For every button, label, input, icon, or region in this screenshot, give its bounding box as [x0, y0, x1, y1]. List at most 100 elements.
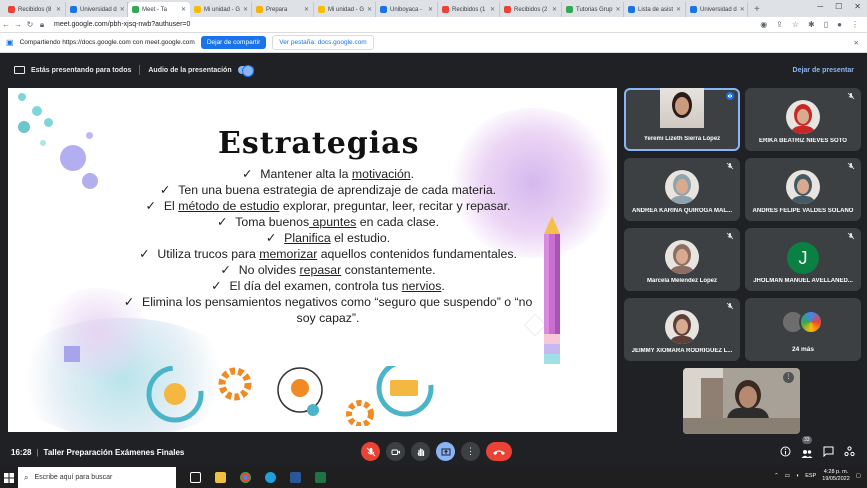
browser-tab[interactable]: Uniboyaca - ✕	[376, 2, 438, 17]
participant-tile[interactable]: 24 más	[745, 298, 861, 361]
camera-icon[interactable]: ◉	[760, 20, 767, 29]
mic-off-button[interactable]	[361, 442, 380, 461]
raise-hand-button[interactable]	[411, 442, 430, 461]
activities-icon[interactable]	[844, 446, 855, 457]
bullet-text: el estudio.	[330, 231, 391, 245]
stop-presenting-button[interactable]: Dejar de presentar	[793, 67, 854, 74]
info-icon[interactable]	[780, 446, 791, 457]
close-tab-icon[interactable]: ✕	[740, 6, 745, 13]
new-tab-icon[interactable]: +	[748, 2, 766, 17]
camera-icon	[391, 449, 400, 455]
participant-name: JEIMMY XIOMARA RODRIGUEZ L...	[631, 348, 733, 354]
audio-toggle[interactable]	[237, 65, 254, 77]
edge-icon[interactable]	[265, 472, 276, 483]
close-tab-icon[interactable]: ✕	[428, 6, 433, 13]
close-sharebar-icon[interactable]: ✕	[854, 39, 859, 47]
close-tab-icon[interactable]: ✕	[552, 6, 557, 13]
taskbar-search[interactable]: ⌕ Escribe aquí para buscar	[18, 467, 176, 488]
task-view-icon[interactable]	[190, 472, 201, 483]
avatar-letter: J	[787, 242, 819, 274]
view-tab-button[interactable]: Ver pestaña: docs.google.com	[272, 35, 374, 50]
volume-icon[interactable]: ◖	[796, 473, 799, 479]
tab-label: Meet - Ta	[142, 6, 167, 13]
chrome-icon[interactable]	[240, 472, 251, 483]
close-tab-icon[interactable]: ✕	[615, 6, 620, 13]
close-tab-icon[interactable]: ✕	[304, 6, 309, 13]
people-button[interactable]: 33	[801, 436, 813, 464]
close-tab-icon[interactable]: ✕	[490, 6, 495, 13]
tray-arrow-icon[interactable]: ⌃	[774, 473, 779, 479]
close-tab-icon[interactable]: ✕	[56, 6, 61, 13]
maximize-icon[interactable]: ☐	[835, 2, 842, 11]
participant-tile[interactable]: ERIKA BEATRIZ NIEVES SOTO	[745, 88, 861, 151]
browser-tab[interactable]: Recibidos (8 ✕	[4, 2, 66, 17]
bookmark-star-icon[interactable]: ☆	[792, 20, 799, 29]
present-button[interactable]	[436, 442, 455, 461]
menu-dots-icon[interactable]: ⋮	[851, 20, 859, 29]
end-call-button[interactable]	[486, 442, 512, 461]
back-icon[interactable]: ←	[0, 20, 12, 29]
close-tab-icon[interactable]: ✕	[181, 6, 186, 13]
browser-tab[interactable]: Recibidos (1 ✕	[438, 2, 500, 17]
tab-favicon-icon	[442, 6, 449, 13]
windows-start-button[interactable]	[0, 472, 18, 483]
tab-label: Recibidos (2	[514, 6, 548, 13]
close-tab-icon[interactable]: ✕	[367, 6, 372, 13]
reload-icon[interactable]: ↻	[24, 20, 36, 29]
browser-tab[interactable]: Tutorias Grup ✕	[562, 2, 624, 17]
minimize-icon[interactable]: ─	[817, 2, 823, 11]
os-taskbar: ⌕ Escribe aquí para buscar	[0, 467, 867, 488]
decor-dot	[86, 132, 93, 139]
participant-tile[interactable]: JEIMMY XIOMARA RODRIGUEZ L...	[624, 298, 740, 361]
profile-icon[interactable]: ●	[837, 20, 842, 29]
avatar	[665, 240, 699, 274]
browser-tab[interactable]: Universidad d ✕	[66, 2, 128, 17]
file-explorer-icon[interactable]	[215, 472, 226, 483]
participant-tile[interactable]: ANDREA KARINA QUIROGA MAL...	[624, 158, 740, 221]
share-icon[interactable]: ⇪	[776, 20, 783, 29]
browser-tab[interactable]: Meet - Ta ✕	[128, 2, 190, 17]
camera-button[interactable]	[386, 442, 405, 461]
tab-favicon-icon	[690, 6, 697, 13]
participant-count-badge: 33	[802, 436, 812, 444]
language-indicator[interactable]: ESP	[805, 473, 816, 479]
bullet-keyword: memorizar	[259, 247, 318, 261]
close-tab-icon[interactable]: ✕	[120, 6, 125, 13]
browser-tab[interactable]: Prepara ✕	[252, 2, 314, 17]
clock-date: 19/05/2022	[822, 476, 850, 482]
browser-tab[interactable]: Lista de asist ✕	[624, 2, 686, 17]
avatar	[786, 100, 820, 134]
excel-icon[interactable]	[315, 472, 326, 483]
check-icon: ✓	[216, 215, 228, 229]
forward-icon[interactable]: →	[12, 20, 24, 29]
sidebar-icon[interactable]: ▯	[824, 20, 828, 29]
notifications-icon[interactable]: ▢	[856, 473, 861, 479]
self-view-video[interactable]: ⋮	[683, 368, 800, 434]
participant-tile[interactable]: ANDRES FELIPE VALDES SOLANO	[745, 158, 861, 221]
browser-tab-bar: Recibidos (8 ✕ Universidad d ✕ Meet - Ta ✕ Mi …	[0, 0, 867, 17]
browser-tab[interactable]: Recibidos (2 ✕	[500, 2, 562, 17]
participant-tile[interactable]: Marcela Melendez Lopez	[624, 228, 740, 291]
self-view-options-icon[interactable]: ⋮	[783, 372, 794, 383]
chat-icon[interactable]	[823, 446, 834, 457]
url-field[interactable]: meet.google.com/pbh-xjsq-nwb?authuser=0	[54, 21, 760, 28]
participant-name: JHOLMAN MANUEL AVELLANED...	[753, 278, 853, 284]
decor-dot	[18, 93, 26, 101]
tab-favicon-icon	[132, 6, 139, 13]
taskbar-clock[interactable]: 4:28 p. m. 19/05/2022	[822, 469, 850, 483]
close-window-icon[interactable]: ✕	[854, 2, 861, 11]
extensions-icon[interactable]: ✱	[808, 20, 815, 29]
close-tab-icon[interactable]: ✕	[676, 6, 681, 13]
bullet-text: constantemente.	[341, 263, 436, 277]
stop-sharing-button[interactable]: Dejar de compartir	[200, 36, 267, 49]
browser-tab[interactable]: Universidad d ✕	[686, 2, 748, 17]
network-icon[interactable]: ▭	[785, 473, 790, 479]
close-tab-icon[interactable]: ✕	[243, 6, 248, 13]
word-icon[interactable]	[290, 472, 301, 483]
browser-tab[interactable]: Mi unidad - G ✕	[314, 2, 376, 17]
participant-tile[interactable]: Yeremi Lizeth Sierra López	[624, 88, 740, 151]
browser-tab[interactable]: Mi unidad - G ✕	[190, 2, 252, 17]
more-options-button[interactable]: ⋮	[461, 442, 480, 461]
search-icon: ⌕	[24, 472, 29, 482]
participant-tile[interactable]: J JHOLMAN MANUEL AVELLANED...	[745, 228, 861, 291]
